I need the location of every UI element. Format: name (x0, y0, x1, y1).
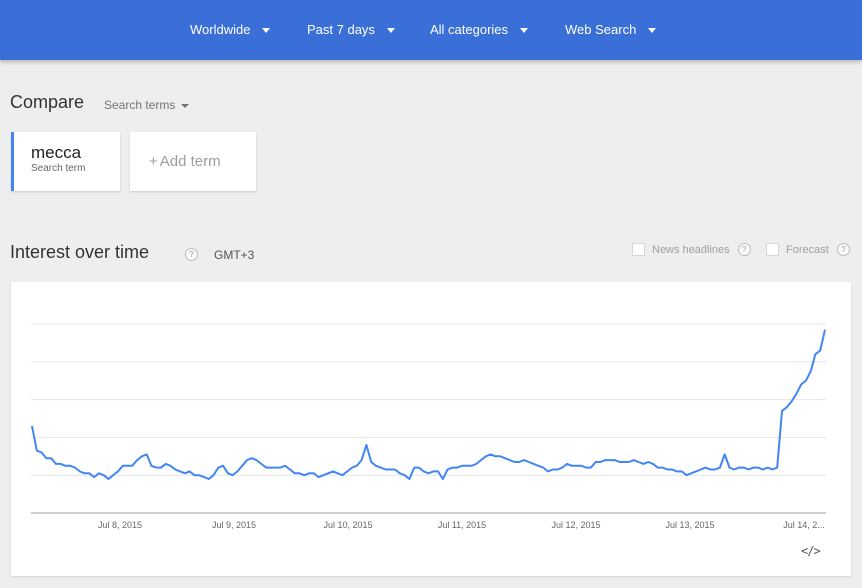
forecast-option[interactable]: Forecast ? (766, 243, 850, 256)
time-range-filter-label: Past 7 days (307, 21, 375, 37)
interest-chart-card: Jul 8, 2015 Jul 9, 2015 Jul 10, 2015 Jul 11… (11, 282, 851, 576)
x-tick-label: Jul 12, 2015 (551, 520, 600, 530)
category-filter-label: All categories (430, 21, 509, 37)
help-icon[interactable]: ? (836, 243, 850, 256)
x-tick-label: Jul 13, 2015 (665, 520, 714, 530)
embed-code-icon[interactable]: </> (801, 544, 821, 558)
plus-icon: + (149, 153, 158, 170)
search-term-name: mecca (31, 143, 82, 162)
help-icon[interactable]: ? (737, 243, 751, 256)
search-term-card[interactable]: mecca Search term (11, 132, 120, 191)
forecast-label: Forecast (786, 243, 829, 256)
help-icon[interactable]: ? (185, 248, 198, 261)
search-type-filter-label: Web Search (565, 21, 637, 37)
region-filter[interactable]: Worldwide (190, 19, 271, 39)
caret-down-icon (386, 27, 395, 33)
x-tick-label: Jul 11, 2015 (438, 520, 486, 530)
add-term-label: Add term (159, 153, 221, 170)
search-terms-dropdown[interactable]: Search terms (104, 98, 190, 112)
x-tick-label: Jul 9, 2015 (212, 520, 256, 530)
series-line (31, 329, 826, 480)
caret-down-icon (262, 27, 271, 33)
interest-line-chart: Jul 8, 2015 Jul 9, 2015 Jul 10, 2015 Jul 11… (31, 323, 826, 530)
caret-down-icon (181, 104, 190, 108)
interest-over-time-title: Interest over time (10, 242, 150, 262)
category-filter[interactable]: All categories (430, 19, 529, 39)
caret-down-icon (648, 27, 657, 33)
compare-title: Compare (10, 92, 85, 112)
time-range-filter[interactable]: Past 7 days (307, 19, 395, 39)
x-tick-label: Jul 10, 2015 (323, 520, 372, 530)
news-headlines-label: News headlines (652, 243, 730, 256)
forecast-checkbox[interactable] (766, 243, 779, 256)
search-term-subtitle: Search term (31, 163, 86, 174)
caret-down-icon (520, 27, 529, 33)
x-tick-label: Jul 8, 2015 (98, 520, 142, 530)
top-bar: Worldwide Past 7 days All categories Web… (0, 0, 862, 60)
add-term-button[interactable]: + Add term (130, 132, 256, 191)
x-tick-label: Jul 14, 2... (783, 520, 825, 530)
news-headlines-option[interactable]: News headlines ? (632, 243, 751, 256)
news-headlines-checkbox[interactable] (632, 243, 645, 256)
timezone-label: GMT+3 (214, 248, 255, 262)
search-terms-dropdown-label: Search terms (104, 98, 176, 112)
search-type-filter[interactable]: Web Search (565, 19, 657, 39)
region-filter-label: Worldwide (190, 21, 251, 37)
